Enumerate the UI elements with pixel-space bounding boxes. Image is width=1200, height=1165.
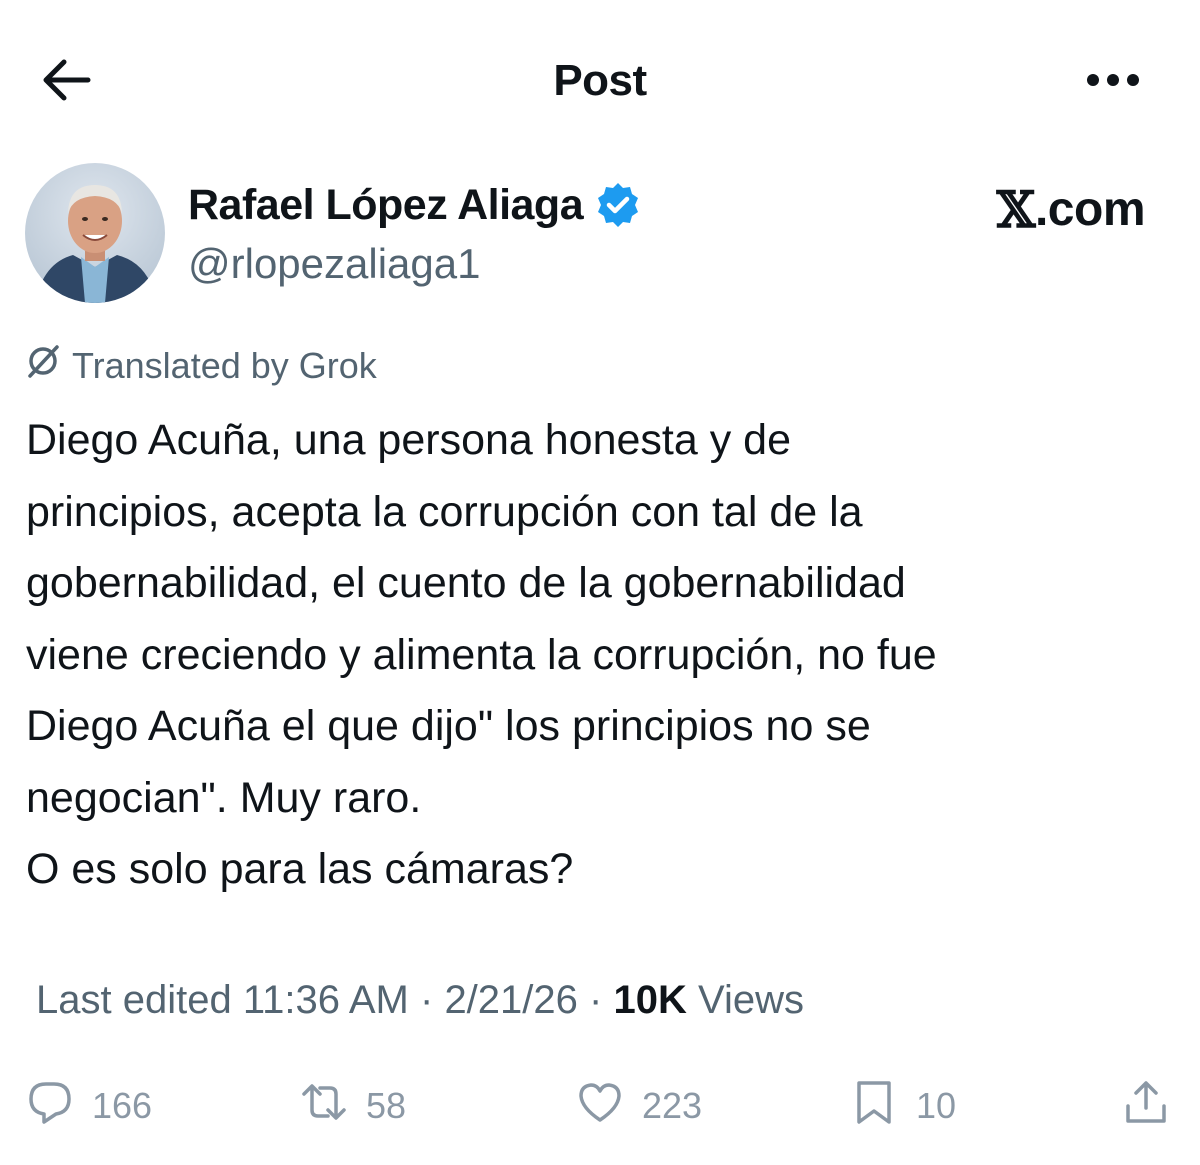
bookmark-icon bbox=[850, 1078, 898, 1135]
page-title: Post bbox=[553, 56, 647, 105]
heart-icon bbox=[576, 1078, 624, 1135]
views-count: 10K bbox=[613, 978, 687, 1022]
tweet-line: negocian". Muy raro. bbox=[26, 773, 422, 822]
post-page: Post Rafael López Aliaga @rlopezaliaga1 … bbox=[0, 0, 1200, 1165]
tweet-text: Diego Acuña, una persona honesta y de pr… bbox=[26, 405, 1176, 906]
like-button[interactable]: 223 bbox=[576, 1078, 702, 1134]
meta-separator: · bbox=[419, 978, 434, 1022]
bookmark-button[interactable]: 10 bbox=[850, 1078, 956, 1134]
repost-icon bbox=[300, 1078, 348, 1135]
tweet-line: gobernabilidad, el cuento de la gobernab… bbox=[26, 559, 906, 607]
tweet-line: Diego Acuña, una persona honesta y de bbox=[26, 416, 792, 464]
tweet-line: O es solo para las cámaras? bbox=[26, 845, 574, 893]
post-meta: Last edited 11:36 AM · 2/21/26 · 10K Vie… bbox=[36, 978, 804, 1023]
repost-button[interactable]: 58 bbox=[300, 1078, 406, 1134]
verified-badge-icon bbox=[593, 180, 643, 230]
brand-watermark: 𝕏 .com bbox=[996, 180, 1146, 239]
grok-icon bbox=[24, 342, 62, 389]
post-date[interactable]: 2/21/26 bbox=[444, 978, 577, 1022]
share-button[interactable] bbox=[1122, 1078, 1170, 1134]
reply-count: 166 bbox=[92, 1085, 153, 1126]
reply-button[interactable]: 166 bbox=[26, 1078, 152, 1134]
author-handle[interactable]: @rlopezaliaga1 bbox=[188, 240, 480, 288]
tweet-line: viene creciendo y alimenta la corrupción… bbox=[26, 630, 937, 679]
more-options-button[interactable] bbox=[1078, 58, 1148, 106]
brand-domain: .com bbox=[1034, 183, 1146, 236]
tweet-line: Diego Acuña el que dijo" los principios … bbox=[26, 702, 871, 750]
views-label: Views bbox=[698, 978, 804, 1022]
reply-icon bbox=[26, 1078, 74, 1135]
like-count: 223 bbox=[642, 1085, 703, 1126]
meta-separator: · bbox=[589, 978, 603, 1022]
translation-text: Translated by Grok bbox=[72, 344, 377, 386]
author-name-text: Rafael López Aliaga bbox=[188, 180, 584, 229]
author-name[interactable]: Rafael López Aliaga bbox=[188, 180, 643, 230]
bookmark-count: 10 bbox=[916, 1085, 957, 1126]
tweet-line: principios, acepta la corrupción con tal… bbox=[26, 487, 863, 536]
more-horizontal-icon bbox=[1086, 73, 1140, 92]
repost-count: 58 bbox=[366, 1085, 407, 1126]
translation-label[interactable]: Translated by Grok bbox=[24, 342, 377, 389]
avatar[interactable] bbox=[25, 163, 165, 303]
x-logo: 𝕏 bbox=[996, 180, 1036, 239]
edited-timestamp[interactable]: Last edited 11:36 AM bbox=[36, 978, 409, 1022]
share-icon bbox=[1122, 1078, 1170, 1135]
